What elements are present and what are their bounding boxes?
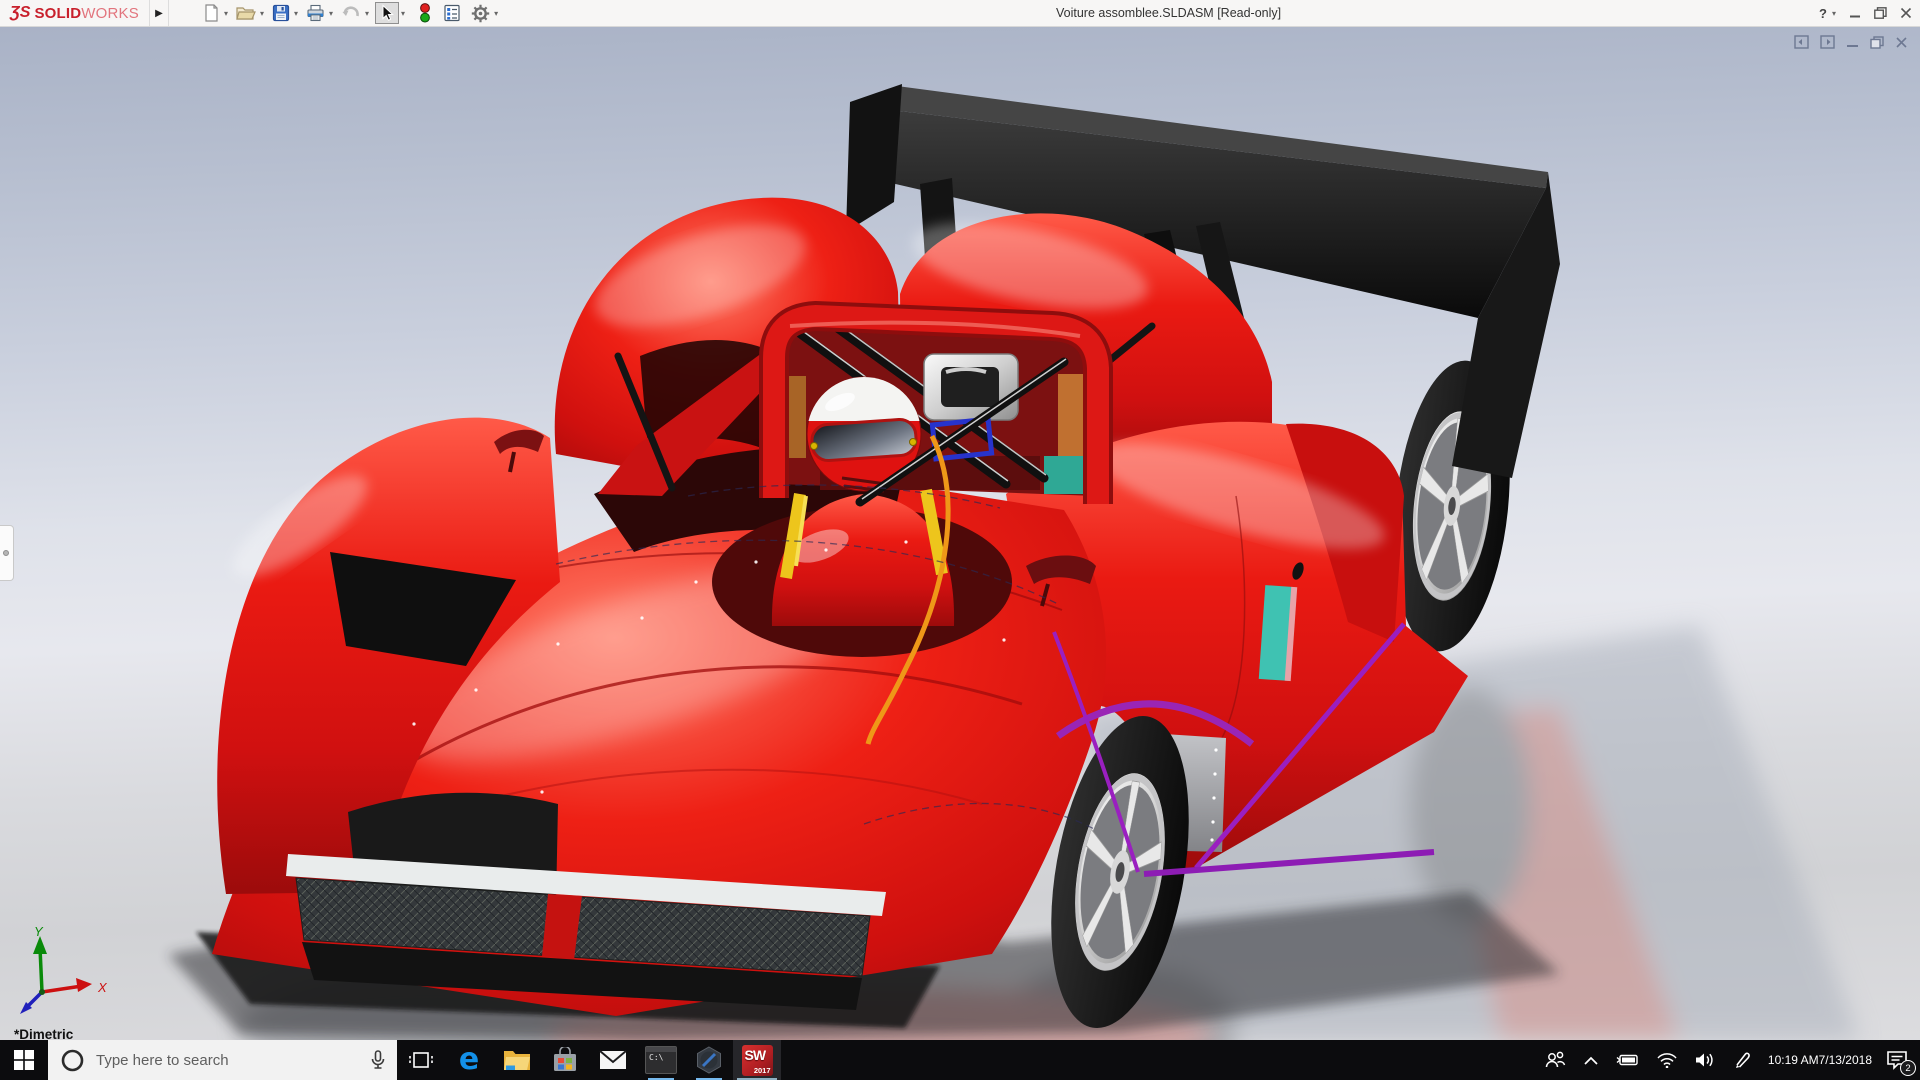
dropdown-caret[interactable]: ▾: [294, 9, 298, 18]
3d-model-race-car[interactable]: [0, 26, 1920, 1040]
dropdown-caret[interactable]: ▾: [365, 9, 369, 18]
system-tray: 10:19 AM 7/13/2018 2: [1535, 1040, 1920, 1080]
print-button[interactable]: [304, 1, 327, 25]
cortana-icon[interactable]: [61, 1049, 84, 1072]
clock-time: 10:19 AM: [1767, 1052, 1819, 1067]
pen-icon: [1735, 1052, 1750, 1068]
orientation-triad: Y X: [20, 926, 108, 1014]
x-axis-arrow-icon: [76, 978, 92, 992]
speaker-icon: [1695, 1053, 1713, 1067]
select-cursor-icon: [382, 4, 394, 21]
dropdown-caret[interactable]: ▾: [494, 9, 498, 18]
teal-door-vent: [1258, 585, 1298, 682]
graphics-area[interactable]: Y X *Dimetric: [0, 26, 1920, 1040]
dropdown-caret[interactable]: ▾: [329, 9, 333, 18]
task-view-button[interactable]: [397, 1040, 445, 1080]
store-icon: [554, 1047, 576, 1071]
taskbar-app-file-explorer[interactable]: [493, 1040, 541, 1080]
mail-icon: [599, 1050, 627, 1069]
restore-button[interactable]: [1874, 7, 1887, 19]
undo-icon: [342, 6, 359, 17]
options-button[interactable]: [469, 1, 492, 25]
people-button[interactable]: [1535, 1040, 1575, 1080]
gear-icon: [471, 4, 490, 22]
taskbar-app-mail[interactable]: [589, 1040, 637, 1080]
action-center-button[interactable]: 2: [1880, 1040, 1920, 1080]
save-button[interactable]: [270, 1, 292, 25]
battery-charging-icon: [1616, 1054, 1638, 1066]
menu-flyout-button[interactable]: ▶: [148, 0, 169, 26]
view-orientation-label: *Dimetric: [14, 1027, 74, 1040]
close-button[interactable]: [1900, 7, 1912, 19]
edge-icon: e: [458, 1042, 480, 1077]
command-prompt-icon: C:\: [645, 1046, 677, 1074]
help-caret[interactable]: ▾: [1832, 9, 1836, 18]
file-explorer-icon: [504, 1051, 530, 1070]
taskbar-app-edge[interactable]: e: [445, 1040, 493, 1080]
windows-taskbar: e C:\: [0, 1040, 1920, 1080]
hexagon-app-icon: [697, 1046, 721, 1074]
people-icon: [1545, 1051, 1566, 1068]
chevron-up-icon: [1584, 1056, 1598, 1065]
solidworks-logo: ƷS SOLID WORKS: [0, 0, 139, 26]
open-button[interactable]: [234, 1, 258, 25]
clock-date: 7/13/2018: [1818, 1052, 1872, 1067]
dropdown-caret[interactable]: ▾: [260, 9, 264, 18]
undo-button[interactable]: [339, 1, 363, 25]
search-input[interactable]: [84, 1051, 371, 1069]
solidworks-2017-icon: SW 2017: [741, 1044, 773, 1076]
viewport-close-icon[interactable]: [1895, 36, 1908, 49]
start-button[interactable]: [0, 1040, 48, 1080]
wifi-icon: [1657, 1052, 1677, 1068]
taskbar-app-store[interactable]: [541, 1040, 589, 1080]
brand-works: WORKS: [81, 4, 139, 22]
windows-logo-icon: [14, 1050, 34, 1070]
taskbar-spacer: [781, 1040, 1535, 1080]
file-properties-button[interactable]: [441, 1, 463, 25]
wifi-button[interactable]: [1648, 1040, 1686, 1080]
dropdown-caret[interactable]: ▾: [224, 9, 228, 18]
dropdown-caret[interactable]: ▾: [401, 9, 405, 18]
new-document-icon: [205, 4, 218, 22]
brand-solid: SOLID: [34, 4, 82, 22]
collapse-pane-right-icon[interactable]: [1820, 35, 1835, 49]
quick-access-toolbar: ▾ ▾ ▾ ▾ ▾ ▾ ▾: [201, 0, 504, 26]
minimize-button[interactable]: [1849, 7, 1861, 19]
task-view-icon: [409, 1052, 433, 1068]
help-button[interactable]: ?: [1819, 6, 1827, 21]
x-axis-label: X: [97, 980, 108, 995]
titlebar: ƷS SOLID WORKS ▶ ▾ ▾ ▾ ▾ ▾ ▾ ▾ Voiture a…: [0, 0, 1920, 27]
taskbar-app-hexagon[interactable]: [685, 1040, 733, 1080]
traffic-light-icon: [420, 3, 430, 23]
viewport-minimize-icon[interactable]: [1846, 36, 1859, 49]
new-document-button[interactable]: [201, 1, 222, 25]
taskbar-app-solidworks[interactable]: SW 2017: [733, 1040, 781, 1080]
volume-button[interactable]: [1686, 1040, 1724, 1080]
flyout-arrow-icon: ▶: [155, 7, 163, 19]
mirror-intake-box: [923, 353, 1019, 421]
microphone-icon[interactable]: [371, 1050, 385, 1070]
open-folder-icon: [236, 7, 256, 20]
battery-button[interactable]: [1607, 1040, 1648, 1080]
taskbar-search[interactable]: [48, 1040, 397, 1080]
selection-filter-button[interactable]: [417, 1, 433, 25]
notification-badge: 2: [1900, 1060, 1916, 1076]
windows-ink-button[interactable]: [1724, 1040, 1760, 1080]
dassault-ds-icon: ƷS: [10, 4, 31, 21]
select-tool-button[interactable]: [375, 2, 400, 24]
viewport-restore-icon[interactable]: [1870, 35, 1884, 49]
solidworks-window: ƷS SOLID WORKS ▶ ▾ ▾ ▾ ▾ ▾ ▾ ▾ Voiture a…: [0, 0, 1920, 1080]
document-title: Voiture assomblee.SLDASM [Read-only]: [1056, 6, 1282, 20]
y-axis-label: Y: [34, 926, 44, 939]
taskbar-app-command-prompt[interactable]: C:\: [637, 1040, 685, 1080]
print-icon: [307, 4, 324, 22]
window-controls: ? ▾: [1819, 0, 1912, 26]
collapse-pane-left-icon[interactable]: [1794, 35, 1809, 49]
clock[interactable]: 10:19 AM 7/13/2018: [1760, 1040, 1880, 1080]
hidden-icons-button[interactable]: [1575, 1040, 1607, 1080]
viewport-window-controls: [1794, 35, 1908, 49]
properties-list-icon: [444, 4, 460, 22]
save-icon: [272, 4, 290, 22]
